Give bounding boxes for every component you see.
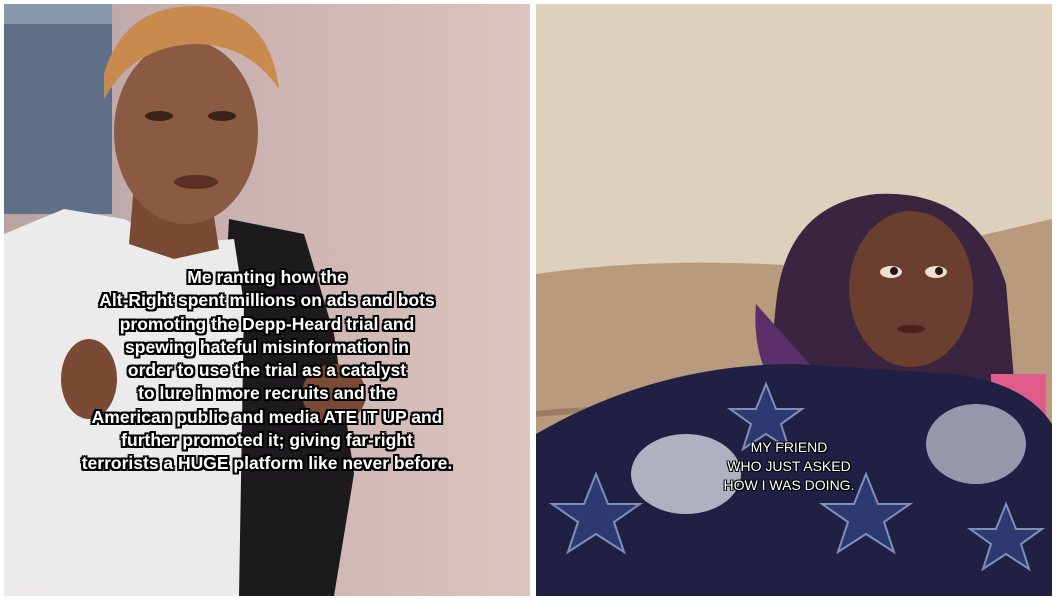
- caption-line: to lure in more recruits and the: [138, 383, 396, 404]
- caption-line: terrorists a HUGE platform like never be…: [81, 453, 453, 474]
- caption-line: American public and media ATE IT UP and: [91, 406, 443, 427]
- caption-line: HOW I WAS DOING.: [723, 477, 855, 493]
- right-meme-panel: MY FRIEND WHO JUST ASKED HOW I WAS DOING…: [536, 4, 1052, 596]
- caption-line: MY FRIEND: [750, 439, 828, 455]
- imgflip-watermark: imgflip.com: [10, 580, 66, 592]
- caption-line: further promoted it; giving far-right: [121, 430, 413, 451]
- right-caption: MY FRIEND WHO JUST ASKED HOW I WAS DOING…: [684, 438, 894, 495]
- caption-line: Alt-Right spent millions on ads and bots: [99, 290, 435, 311]
- caption-line: spewing hateful misinformation in: [125, 336, 409, 357]
- caption-line: promoting the Depp-Heard trial and: [119, 313, 415, 334]
- left-meme-panel: Me ranting how the Alt-Right spent milli…: [4, 4, 530, 596]
- caption-line: order to use the trial as a catalyst: [127, 360, 407, 381]
- woman-on-couch-illustration: [536, 4, 1052, 596]
- left-caption: Me ranting how the Alt-Right spent milli…: [4, 266, 530, 476]
- caption-line: Me ranting how the: [187, 267, 347, 287]
- caption-line: WHO JUST ASKED: [727, 458, 851, 474]
